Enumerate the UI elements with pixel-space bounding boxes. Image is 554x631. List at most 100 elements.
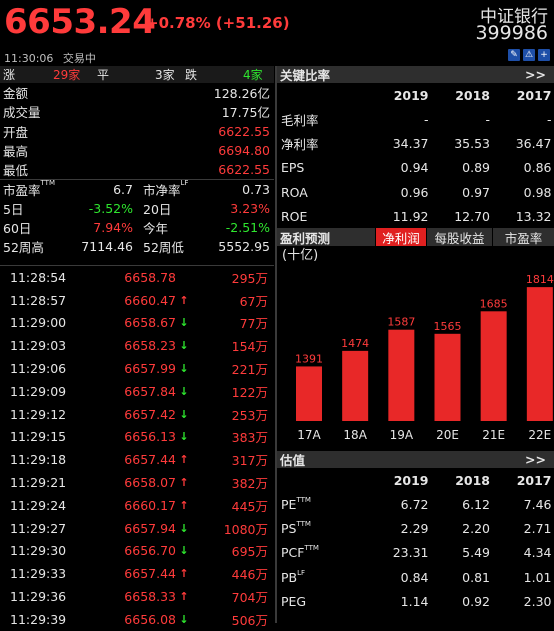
tick-price: 6658.67 xyxy=(124,315,176,331)
forecast-bar xyxy=(342,350,369,421)
pair-label: 市盈率TTM xyxy=(3,179,55,199)
right-panel: 关键比率 >> 2019 2018 2017 毛利率 - - - 净利率 34.37 35.53 3… xyxy=(277,66,554,623)
tick-volume: 445万 xyxy=(231,498,268,514)
arrow-down-icon: ↓ xyxy=(179,339,189,353)
pair-label-text: 今年 xyxy=(143,221,169,237)
pair-label-text: 市盈率 xyxy=(3,183,41,199)
table-row: 毛利率 - - - xyxy=(277,107,554,131)
row-value: 0.89 xyxy=(462,160,490,176)
row-label: PSTTM xyxy=(277,520,367,536)
bar-value-label: 1565 xyxy=(434,320,462,333)
tick-row: 11:29:24 6660.17 ↑ 445万 xyxy=(0,494,274,517)
stat-row: 最低 6622.55 xyxy=(0,160,274,179)
tick-row: 11:29:27 6657.94 ↓ 1080万 xyxy=(0,517,274,540)
tick-time: 11:29:27 xyxy=(10,520,67,536)
row-label: 净利率 xyxy=(277,134,367,153)
note-icon[interactable]: ✎ xyxy=(508,49,520,61)
pair-label-text: 市净率 xyxy=(143,183,181,199)
trade-status: 交易中 xyxy=(62,52,96,65)
row-value: 1.14 xyxy=(400,593,429,609)
row-value: - xyxy=(485,111,490,127)
tick-price: 6660.17 xyxy=(124,497,176,513)
quote-stats: 金额 128.26亿 成交量 17.75亿 开盘 6622.55 最高 6694.80 最低 66… xyxy=(0,83,274,179)
forecast-bar xyxy=(388,329,415,421)
table-row: EPS 0.94 0.89 0.86 xyxy=(277,156,554,180)
header-toolbar: ✎ ⚠ + xyxy=(508,49,550,61)
row-value: 4.34 xyxy=(523,545,552,561)
row-value: 0.97 xyxy=(462,184,490,200)
row-value: 35.53 xyxy=(454,135,490,151)
table-row: PETTM 6.72 6.12 7.46 xyxy=(277,492,554,516)
row-label-text: PB xyxy=(281,569,298,585)
table-row: PBLF 0.84 0.81 1.01 xyxy=(277,565,554,589)
arrow-down-icon: ↓ xyxy=(179,362,189,376)
arrow-up-icon: ↑ xyxy=(179,453,189,467)
stat-label: 最低 xyxy=(3,163,29,179)
tick-time: 11:29:24 xyxy=(10,497,67,513)
tick-row: 11:29:12 6657.42 ↓ 253万 xyxy=(0,403,274,426)
tick-row: 11:29:21 6658.07 ↑ 382万 xyxy=(0,471,274,494)
ratios-title: 关键比率 xyxy=(280,68,331,83)
pair-label-sup: TTM xyxy=(40,179,55,188)
up-label: 涨 xyxy=(3,68,16,82)
pair-row: 60日 7.94% 今年 -2.51% xyxy=(0,218,274,237)
tick-volume: 695万 xyxy=(231,544,268,560)
stat-row: 最高 6694.80 xyxy=(0,141,274,160)
quote-header: 6653.24 +0.78% (+51.26) 中证银行 399986 11:3… xyxy=(0,0,554,66)
arrow-down-icon: ↓ xyxy=(179,521,189,535)
tick-volume: 77万 xyxy=(239,316,268,332)
tick-price: 6658.07 xyxy=(124,475,176,491)
x-tick-label: 22E xyxy=(528,428,551,442)
tick-price: 6656.70 xyxy=(124,543,176,559)
row-label-sup: TTM xyxy=(296,495,311,504)
tick-volume: 446万 xyxy=(231,567,268,583)
row-value: 2.71 xyxy=(523,520,552,536)
tick-row: 11:29:09 6657.84 ↓ 122万 xyxy=(0,380,274,403)
tick-volume: 67万 xyxy=(239,293,268,309)
table-row: PSTTM 2.29 2.20 2.71 xyxy=(277,516,554,540)
alert-icon[interactable]: ⚠ xyxy=(523,49,535,61)
pair-row: 52周高 7114.46 52周低 5552.95 xyxy=(0,237,274,256)
valuation-more-button[interactable]: >> xyxy=(525,452,546,467)
tick-volume: 295万 xyxy=(231,270,268,286)
ratios-header[interactable]: 关键比率 >> xyxy=(277,66,554,83)
stat-label: 金额 xyxy=(3,86,29,102)
tick-price: 6657.99 xyxy=(124,361,176,377)
valuation-header[interactable]: 估值 >> xyxy=(277,451,554,468)
bar-value-label: 1391 xyxy=(295,352,323,365)
tick-time: 11:28:54 xyxy=(10,269,67,285)
tick-price: 6657.84 xyxy=(124,383,176,399)
pair-label-text: 52周低 xyxy=(143,240,184,256)
forecast-bar xyxy=(480,311,507,421)
down-label: 跌 xyxy=(185,68,198,82)
row-label: EPS xyxy=(277,160,367,175)
flat-label: 平 xyxy=(97,68,110,82)
row-value: - xyxy=(423,111,429,127)
add-icon[interactable]: + xyxy=(538,49,550,61)
tick-list[interactable]: 11:28:54 6658.78 295万 11:28:57 6660.47 ↑ 67万 11… xyxy=(0,265,274,631)
row-value: 34.37 xyxy=(392,135,429,151)
tick-price: 6657.94 xyxy=(124,520,176,536)
stock-code: 399986 xyxy=(475,22,548,44)
row-label-text: 净利率 xyxy=(281,136,319,152)
advance-decline-bar: 涨 29家 平 3家 跌 4家 xyxy=(0,66,274,83)
valuation-title: 估值 xyxy=(280,453,306,468)
tick-row: 11:29:15 6656.13 ↓ 383万 xyxy=(0,426,274,449)
arrow-up-icon: ↑ xyxy=(179,567,189,581)
row-value: 0.92 xyxy=(462,593,490,609)
pair-label-text: 60日 xyxy=(3,221,32,237)
tick-volume: 154万 xyxy=(231,339,268,355)
year-header: 2019 xyxy=(393,472,429,488)
row-label-text: PE xyxy=(281,496,297,512)
pair-value: -3.52% xyxy=(88,201,133,217)
row-label: 毛利率 xyxy=(277,110,367,129)
stat-value: 6622.55 xyxy=(218,162,270,178)
ratios-more-button[interactable]: >> xyxy=(525,67,546,82)
row-label-text: PCF xyxy=(281,545,305,561)
row-value: 0.94 xyxy=(400,160,429,176)
ratios-table: 2019 2018 2017 毛利率 - - - 净利率 34.37 35.53 36.47 EPS 0… xyxy=(277,83,554,228)
arrow-up-icon: ↑ xyxy=(179,590,189,604)
tick-volume: 383万 xyxy=(231,430,268,446)
tick-volume: 122万 xyxy=(231,384,268,400)
flat-count: 3家 xyxy=(155,68,175,82)
